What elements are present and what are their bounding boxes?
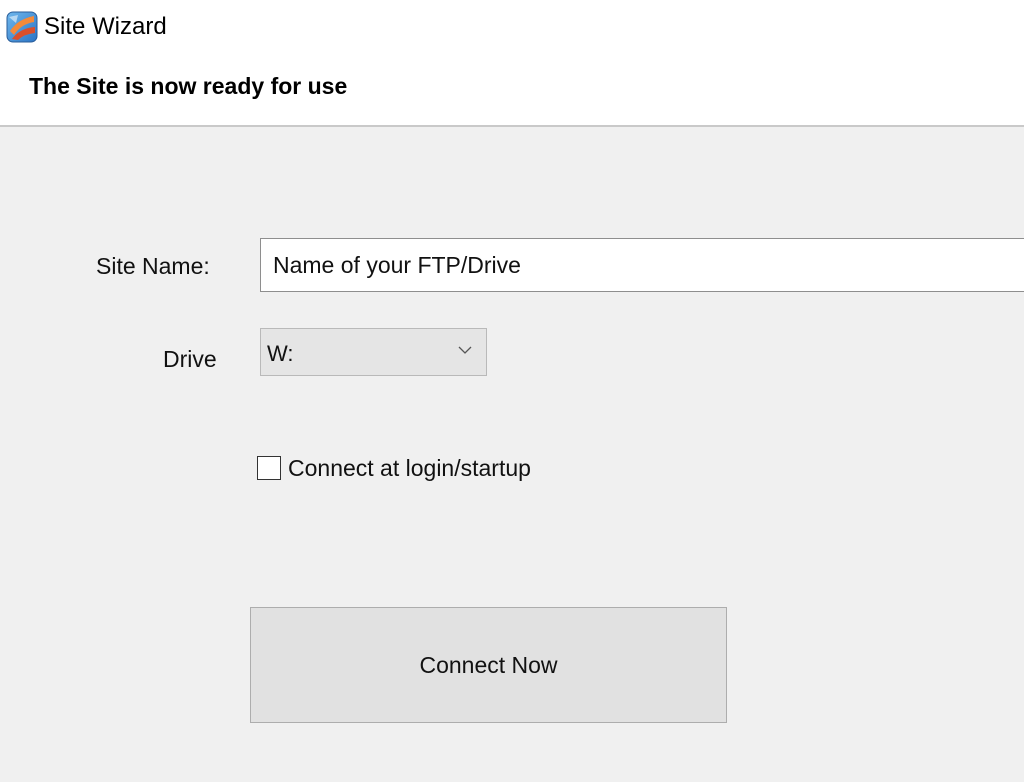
site-name-input[interactable]: [260, 238, 1024, 292]
drive-dropdown[interactable]: W:: [260, 328, 487, 376]
chevron-down-icon: [458, 346, 472, 354]
title-bar: Site Wizard: [0, 0, 1024, 54]
page-title: The Site is now ready for use: [29, 73, 348, 99]
drive-label: Drive: [163, 346, 217, 372]
connect-at-login-checkbox[interactable]: [257, 456, 281, 480]
connect-at-login-label[interactable]: Connect at login/startup: [288, 454, 531, 482]
window-title: Site Wizard: [44, 13, 167, 40]
site-name-label: Site Name:: [96, 253, 210, 279]
connect-now-button[interactable]: Connect Now: [250, 607, 727, 723]
site-wizard-app-icon: [6, 11, 38, 43]
wizard-header: The Site is now ready for use: [0, 54, 1024, 127]
drive-selected-value: W:: [267, 341, 294, 366]
